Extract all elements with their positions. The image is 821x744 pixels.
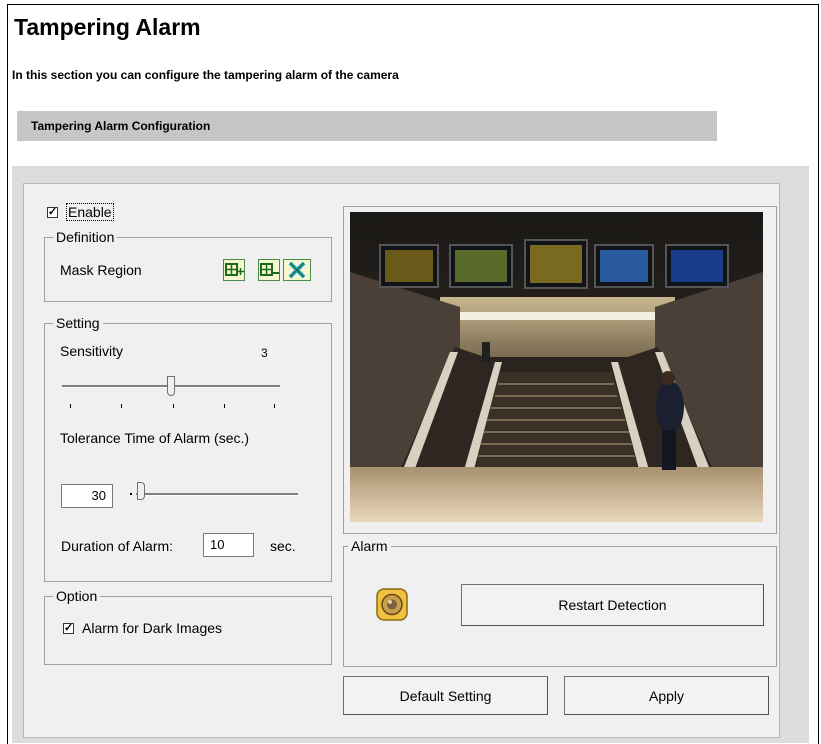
sensitivity-tick <box>173 404 174 408</box>
tolerance-slider-thumb[interactable] <box>137 482 145 500</box>
sensitivity-label: Sensitivity <box>60 343 124 359</box>
alarm-indicator-icon <box>376 588 408 621</box>
duration-input[interactable]: 10 <box>203 533 254 557</box>
sensitivity-tick <box>70 404 71 408</box>
duration-unit: sec. <box>270 538 296 554</box>
setting-legend: Setting <box>53 315 103 331</box>
remove-mask-icon[interactable] <box>258 259 280 281</box>
section-header: Tampering Alarm Configuration <box>17 111 717 141</box>
tolerance-input[interactable]: 30 <box>61 484 113 508</box>
mask-region-label: Mask Region <box>60 262 142 278</box>
restart-detection-label: Restart Detection <box>558 597 667 613</box>
definition-legend: Definition <box>53 229 118 245</box>
camera-preview-image[interactable] <box>350 212 763 522</box>
enable-checkbox[interactable]: ✓ <box>47 207 58 218</box>
section-title: Tampering Alarm Configuration <box>31 119 211 133</box>
alarm-legend: Alarm <box>348 538 391 554</box>
add-mask-icon[interactable] <box>223 259 245 281</box>
dark-images-label[interactable]: Alarm for Dark Images <box>82 620 222 636</box>
apply-button[interactable]: Apply <box>564 676 769 715</box>
apply-label: Apply <box>648 687 685 704</box>
enable-label[interactable]: Enable <box>66 203 114 221</box>
tolerance-label: Tolerance Time of Alarm (sec.) <box>60 430 250 446</box>
restart-detection-button[interactable]: Restart Detection <box>461 584 764 626</box>
sensitivity-tick <box>121 404 122 408</box>
page-subtitle: In this section you can configure the ta… <box>12 68 399 82</box>
sensitivity-tick <box>274 404 275 408</box>
tolerance-slider-track[interactable] <box>136 493 298 496</box>
page-title: Tampering Alarm <box>14 14 201 40</box>
default-setting-button[interactable]: Default Setting <box>343 676 548 715</box>
default-setting-label: Default Setting <box>399 687 492 704</box>
dark-images-checkbox[interactable]: ✓ <box>63 623 74 634</box>
sensitivity-tick <box>224 404 225 408</box>
duration-label: Duration of Alarm: <box>61 538 174 554</box>
sensitivity-slider-thumb[interactable] <box>167 376 175 396</box>
clear-mask-icon[interactable] <box>283 259 311 281</box>
option-legend: Option <box>53 588 101 604</box>
sensitivity-value: 3 <box>261 346 268 360</box>
tolerance-tick <box>130 493 132 495</box>
